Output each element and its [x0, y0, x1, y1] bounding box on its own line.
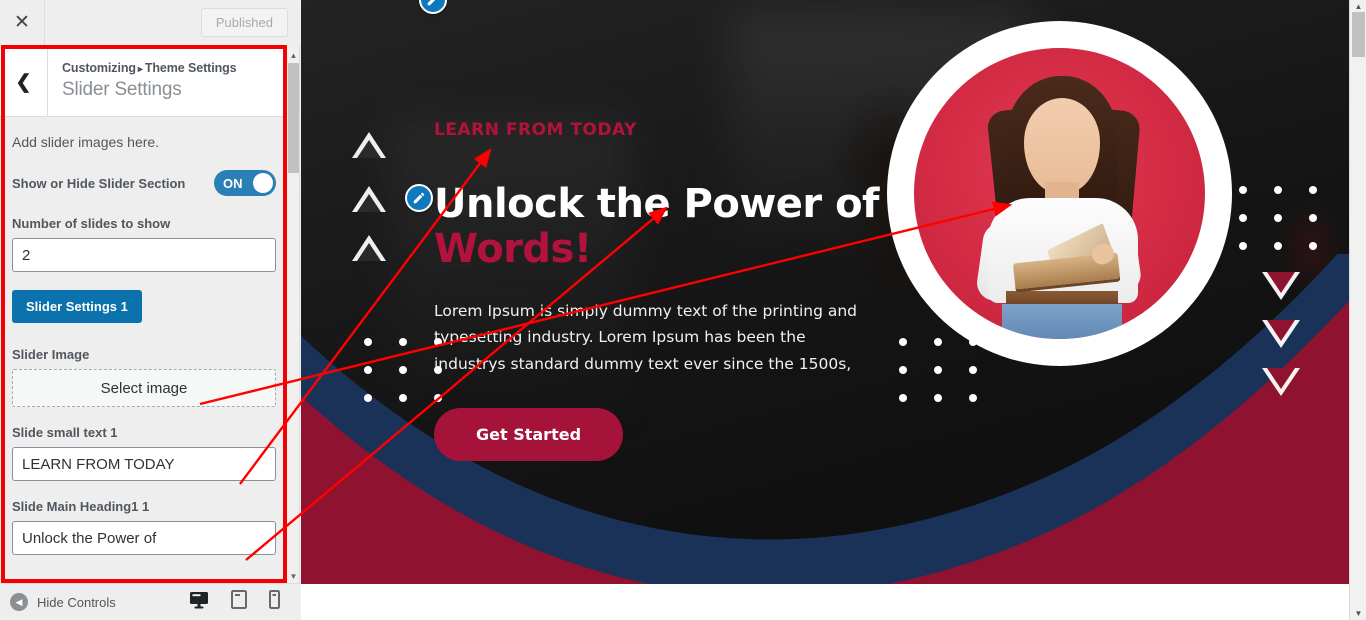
breadcrumb-root: Customizing [62, 61, 136, 75]
show-hide-slider-control: Show or Hide Slider Section ON [12, 170, 276, 196]
hide-controls-button[interactable]: ◀ Hide Controls [0, 593, 116, 611]
triangle-down-inner [1267, 368, 1295, 389]
triangle-up-icon [352, 186, 386, 212]
back-button[interactable]: ❮ [0, 49, 48, 116]
section-description: Add slider images here. [12, 134, 160, 150]
slide-small-text-label: Slide small text 1 [12, 425, 118, 440]
panel-scroll-down-icon[interactable]: ▼ [287, 570, 300, 583]
slide-small-text-input[interactable] [12, 447, 276, 481]
desktop-glyph [190, 591, 208, 608]
triangle-up-icon [352, 235, 386, 261]
toggle-state-label: ON [223, 175, 243, 191]
number-of-slides-control: Number of slides to show [12, 216, 276, 272]
slider-image-label: Slider Image [12, 347, 90, 362]
slide-main-heading-label: Slide Main Heading1 1 [12, 499, 150, 514]
dot-grid-decoration [899, 338, 977, 402]
slide-paragraph: Lorem Ipsum is simply dummy text of the … [434, 301, 857, 373]
panel-scrollbar-thumb[interactable] [288, 63, 299, 173]
hide-controls-label: Hide Controls [37, 594, 116, 610]
device-preview-switcher [189, 590, 300, 614]
customizer-screen: LEARN FROM TODAY Unlock the Power of Wor… [0, 0, 1366, 620]
panel-scroll-up-icon[interactable]: ▲ [287, 49, 300, 62]
customizer-sidebar: ✕ Published ❮ Customizing ▸ Theme Settings… [0, 0, 300, 620]
triangle-up-inner [357, 243, 381, 261]
tablet-glyph [231, 590, 247, 609]
figure-jeans [1002, 304, 1122, 339]
number-of-slides-input[interactable] [12, 238, 276, 272]
publish-button[interactable]: Published [200, 8, 288, 37]
preview-scrollbar[interactable]: ▲ ▼ [1349, 0, 1366, 620]
show-hide-slider-label: Show or Hide Slider Section [12, 175, 186, 191]
slide-small-text: LEARN FROM TODAY [434, 120, 637, 140]
desktop-preview-icon[interactable] [189, 591, 209, 614]
close-icon[interactable]: ✕ [0, 0, 45, 45]
number-of-slides-label: Number of slides to show [12, 216, 171, 231]
triangle-down-icon [1262, 320, 1300, 348]
theme-preview-pane: LEARN FROM TODAY Unlock the Power of Wor… [301, 0, 1366, 620]
panel-header: ❮ Customizing ▸ Theme Settings Slider Sett… [0, 49, 288, 117]
edit-pencil-icon[interactable] [405, 184, 433, 212]
hero-slider-section: LEARN FROM TODAY Unlock the Power of Wor… [301, 0, 1350, 584]
slide-small-text-control: Slide small text 1 [12, 425, 276, 481]
figure-face [1024, 98, 1100, 193]
tablet-preview-icon[interactable] [231, 590, 247, 614]
mobile-glyph [269, 590, 280, 609]
triangle-down-inner [1267, 320, 1295, 341]
triangle-up-icon [352, 132, 386, 158]
slide-heading-line2: Words! [434, 225, 592, 272]
page-title: Slider Settings [62, 79, 182, 100]
breadcrumb-separator-icon: ▸ [137, 64, 143, 75]
mobile-preview-icon[interactable] [269, 590, 280, 614]
chevron-left-circle-icon: ◀ [10, 593, 28, 611]
dot-grid-decoration [1239, 186, 1317, 250]
panel-scrollbar[interactable]: ▲ ▼ [286, 49, 299, 583]
toggle-knob [253, 173, 273, 193]
slider-settings-1-button[interactable]: Slider Settings 1 [12, 290, 142, 323]
triangle-up-inner [357, 140, 381, 158]
triangle-up-inner [357, 194, 381, 212]
slider-settings-button-wrap: Slider Settings 1 [12, 290, 276, 323]
slide-main-heading-input[interactable] [12, 521, 276, 555]
controls-list: Add slider images here. Show or Hide Sli… [0, 118, 288, 583]
triangle-down-icon [1262, 272, 1300, 300]
customizer-topbar: ✕ Published [0, 0, 300, 45]
pencil-glyph [413, 192, 425, 204]
customizer-bottombar: ◀ Hide Controls [0, 583, 300, 620]
hero-text-block: LEARN FROM TODAY Unlock the Power of Wor… [434, 120, 914, 461]
slide-main-heading-control: Slide Main Heading1 1 [12, 499, 276, 555]
scroll-down-arrow-icon[interactable]: ▼ [1350, 607, 1366, 620]
slide-heading-line1: Unlock the Power of [434, 181, 879, 227]
get-started-button[interactable]: Get Started [434, 407, 624, 461]
triangle-down-icon [1262, 368, 1300, 396]
select-image-button[interactable]: Select image [12, 369, 276, 407]
preview-scrollbar-thumb[interactable] [1352, 12, 1365, 57]
circle-photo [914, 48, 1205, 339]
slider-image-control: Slider Image Select image [12, 347, 276, 407]
dot-grid-decoration [364, 338, 442, 402]
hero-circle-image [887, 21, 1232, 366]
panel-header-text: Customizing ▸ Theme Settings Slider Settin… [48, 49, 237, 116]
show-hide-slider-toggle[interactable]: ON [214, 170, 276, 196]
triangle-down-inner [1267, 272, 1295, 293]
breadcrumb: Customizing ▸ Theme Settings [62, 61, 237, 75]
breadcrumb-parent: Theme Settings [144, 61, 237, 75]
pencil-glyph [427, 0, 436, 6]
